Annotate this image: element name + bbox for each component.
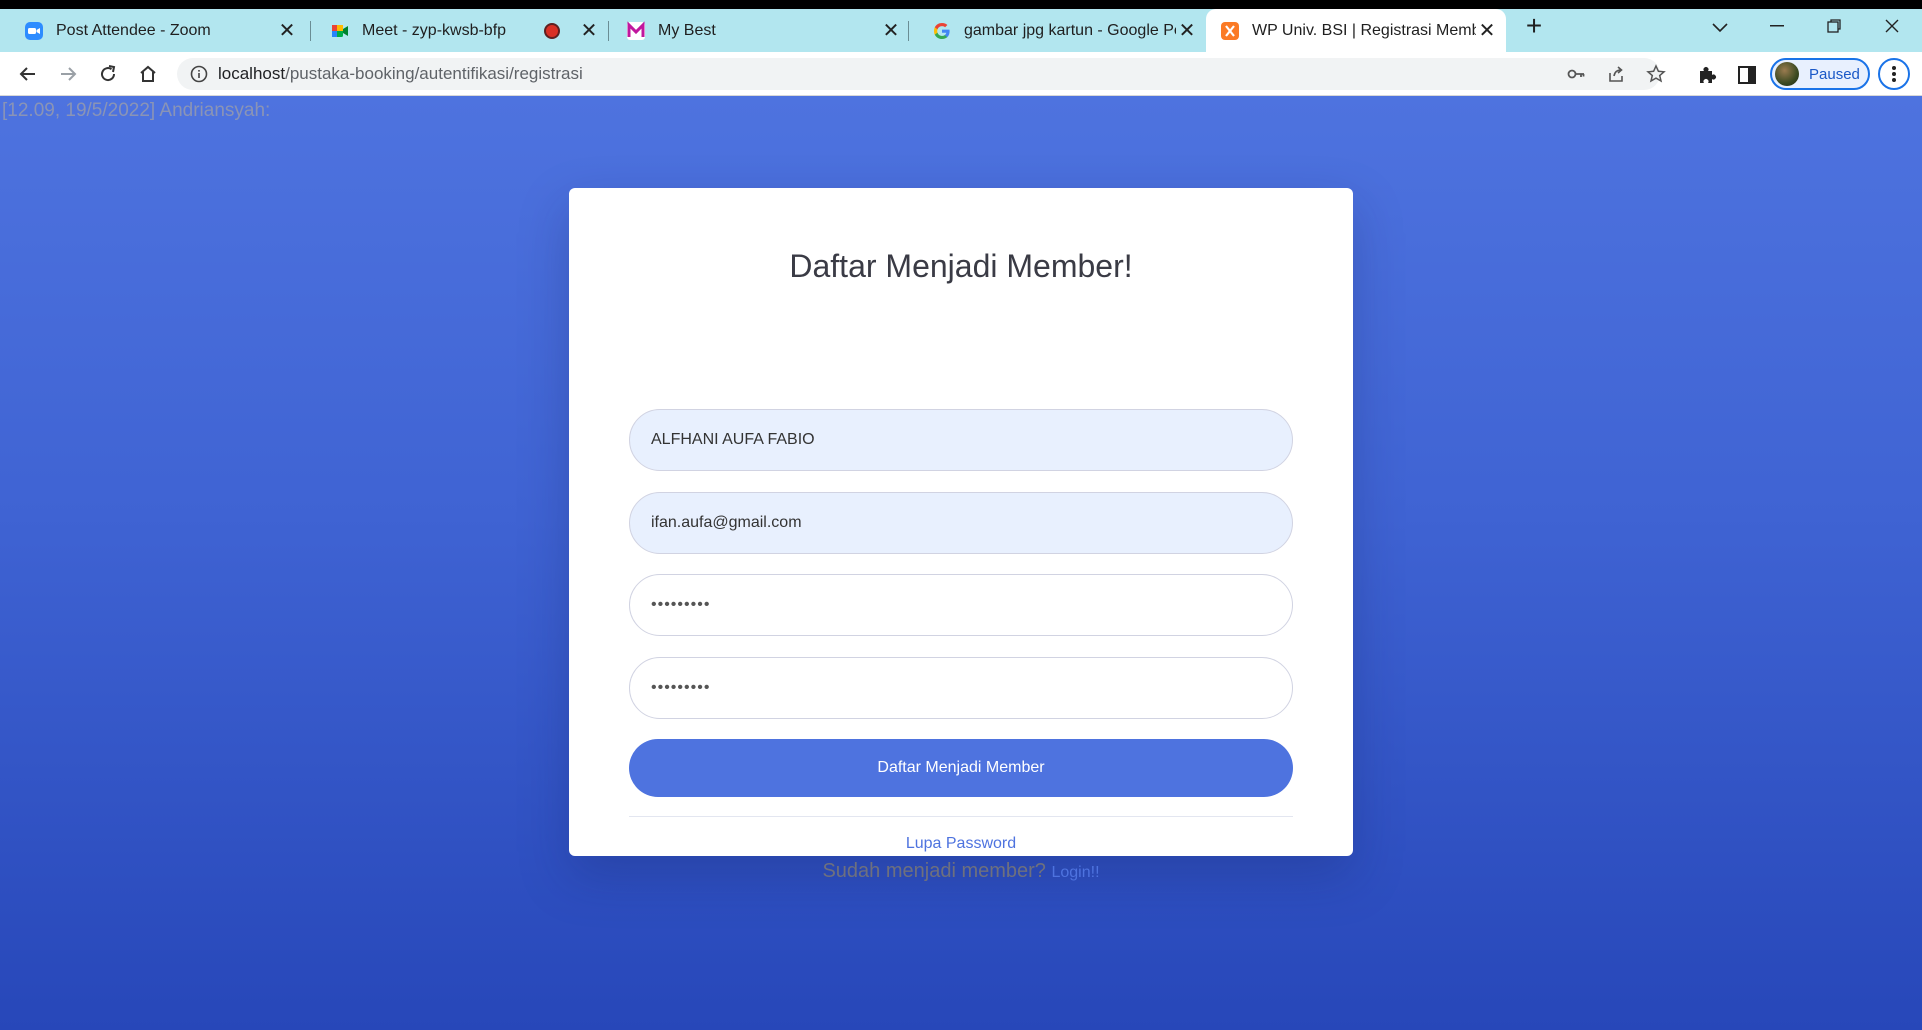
register-button[interactable]: Daftar Menjadi Member (629, 739, 1293, 797)
tab-registrasi-active[interactable]: WP Univ. BSI | Registrasi Member ✕ (1206, 9, 1506, 52)
url-text: localhost/pustaka-booking/autentifikasi/… (218, 64, 583, 84)
pasted-text: [12.09, 19/5/2022] Andriansyah: (2, 100, 271, 121)
back-button[interactable] (12, 58, 44, 90)
forgot-password-link[interactable]: Lupa Password (569, 835, 1353, 853)
password-confirm-input[interactable]: ••••••••• (629, 657, 1293, 719)
already-member-text: Sudah menjadi member? (822, 860, 1046, 882)
close-tab-icon[interactable]: ✕ (1176, 20, 1198, 42)
xampp-icon (1220, 21, 1240, 41)
close-tab-icon[interactable]: ✕ (276, 20, 298, 42)
google-icon (932, 21, 952, 41)
tab-zoom[interactable]: Post Attendee - Zoom ✕ (0, 9, 306, 52)
full-name-value: ALFHANI AUFA FABIO (651, 431, 815, 448)
tab-google-search[interactable]: gambar jpg kartun - Google Pene ✕ (908, 9, 1206, 52)
tab-mybest[interactable]: My Best ✕ (608, 9, 910, 52)
recording-indicator-icon (544, 22, 560, 39)
home-button[interactable] (132, 58, 164, 90)
tab-search-icon[interactable] (1700, 10, 1740, 46)
tab-title: WP Univ. BSI | Registrasi Member (1252, 21, 1476, 39)
password-mask: ••••••••• (651, 596, 711, 613)
tab-title: Meet - zyp-kwsb-bfp (362, 21, 507, 39)
close-window-icon[interactable] (1872, 8, 1912, 44)
toolbar: localhost/pustaka-booking/autentifikasi/… (0, 52, 1922, 96)
forward-arrow-icon (61, 67, 77, 81)
zoom-icon (24, 21, 44, 41)
password-input[interactable]: ••••••••• (629, 574, 1293, 636)
reload-button[interactable] (92, 58, 124, 90)
password-confirm-mask: ••••••••• (651, 679, 711, 696)
avatar (1775, 62, 1799, 86)
tab-title: gambar jpg kartun - Google Pene (964, 21, 1176, 39)
side-panel-icon[interactable] (1736, 64, 1758, 86)
registration-card: Daftar Menjadi Member! ALFHANI AUFA FABI… (569, 188, 1353, 882)
divider (629, 816, 1293, 817)
full-name-input[interactable]: ALFHANI AUFA FABIO (629, 409, 1293, 471)
tab-bar: Post Attendee - Zoom ✕ Meet - zyp-kwsb-b… (0, 9, 1922, 52)
mybest-icon (626, 20, 646, 41)
reload-icon (101, 65, 116, 82)
close-tab-icon[interactable]: ✕ (880, 20, 902, 42)
page-body: [12.09, 19/5/2022] Andriansyah: Daftar M… (0, 96, 1922, 1030)
url-host: localhost (218, 64, 286, 83)
window-top-edge (0, 0, 1922, 9)
email-value: ifan.aufa@gmail.com (651, 514, 802, 531)
already-member-row: Sudah menjadi member? Login!! (569, 860, 1353, 883)
close-tab-icon[interactable]: ✕ (578, 20, 600, 42)
home-icon (140, 65, 156, 82)
key-icon[interactable] (1566, 64, 1586, 84)
profile-button[interactable]: Paused (1770, 58, 1870, 90)
browser-menu-button[interactable] (1878, 58, 1910, 90)
tab-title: Post Attendee - Zoom (56, 21, 211, 39)
forward-button[interactable] (52, 58, 84, 90)
new-tab-button[interactable]: + (1521, 12, 1547, 40)
login-link[interactable]: Login!! (1051, 864, 1099, 881)
tab-meet[interactable]: Meet - zyp-kwsb-bfp ✕ (306, 9, 608, 52)
back-arrow-icon (19, 67, 35, 81)
profile-status-label: Paused (1809, 65, 1860, 83)
email-input[interactable]: ifan.aufa@gmail.com (629, 492, 1293, 554)
extensions-puzzle-icon[interactable] (1696, 64, 1718, 86)
bookmark-star-icon[interactable] (1646, 64, 1666, 84)
tab-title: My Best (658, 21, 716, 39)
google-meet-icon (330, 21, 350, 41)
share-icon[interactable] (1606, 64, 1626, 84)
close-tab-icon[interactable]: ✕ (1476, 20, 1498, 42)
minimize-icon[interactable] (1757, 8, 1797, 44)
address-bar[interactable]: localhost/pustaka-booking/autentifikasi/… (177, 58, 1666, 90)
url-path: /pustaka-booking/autentifikasi/registras… (285, 64, 583, 83)
restore-icon[interactable] (1814, 8, 1854, 44)
page-title: Daftar Menjadi Member! (789, 248, 1133, 284)
site-info-icon[interactable] (189, 64, 209, 84)
more-vertical-icon (1892, 66, 1896, 82)
